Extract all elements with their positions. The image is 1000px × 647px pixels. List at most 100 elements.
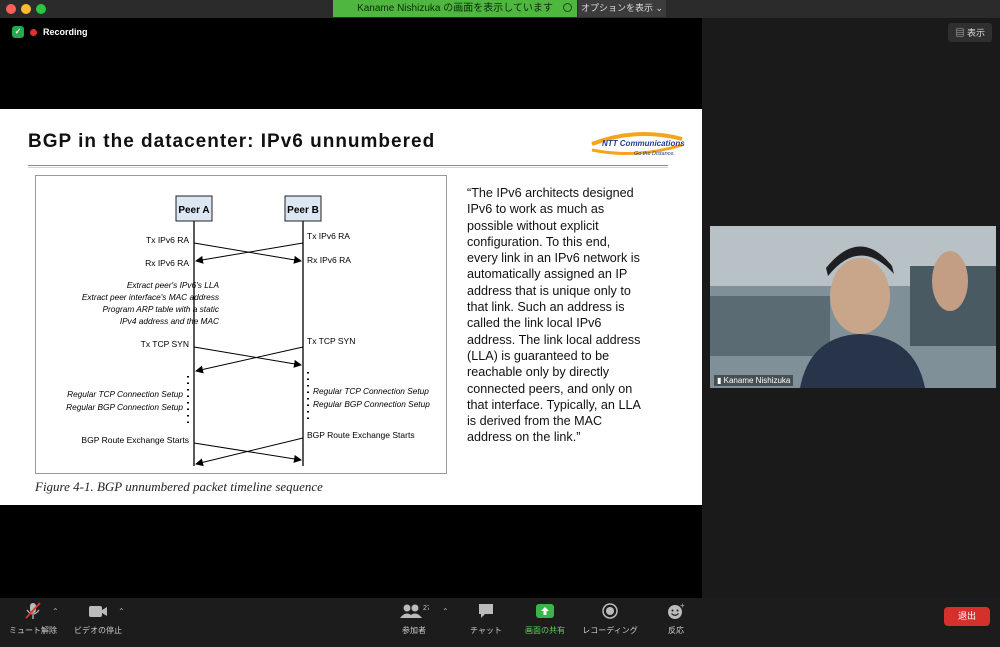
participant-name: Kaname Nishizuka: [723, 376, 791, 385]
route-arrow-b-to-a: [195, 437, 304, 467]
chat-label: チャット: [470, 626, 502, 635]
logo-text: NTT Communications: [602, 139, 685, 148]
right-tx-ra: Tx IPv6 RA: [307, 231, 350, 241]
security-shield-icon[interactable]: ✓: [12, 26, 24, 38]
quote-line: is derived from the MAC: [467, 414, 603, 429]
sequence-diagram: Peer A Peer B Tx IPv6 RA Rx IPv6 RA Tx I…: [35, 175, 447, 474]
extract-line-1: Extract peer's IPv6's LLA: [127, 280, 220, 290]
reactions-label: 反応: [668, 626, 684, 635]
left-tx-ra: Tx IPv6 RA: [146, 235, 189, 245]
meeting-toolbar: ミュート解除 ⌃ ビデオの停止 ⌃ 27 参加者 ⌃ チャット 画面の共有 レコ…: [0, 598, 1000, 647]
recording-indicator: ✓ Recording: [12, 26, 88, 38]
figure-caption: Figure 4-1. BGP unnumbered packet timeli…: [35, 479, 323, 494]
slide-title: BGP in the datacenter: IPv6 unnumbered: [28, 131, 436, 152]
ntt-communications-logo: NTT Communications Go the Distance.: [591, 132, 685, 157]
left-bgp-setup: Regular BGP Connection Setup: [66, 402, 183, 412]
left-rx-ra: Rx IPv6 RA: [145, 258, 189, 268]
participants-options-chevron-icon[interactable]: ⌃: [442, 607, 449, 616]
view-button-label: 表示: [966, 28, 985, 38]
quote-line: reachable only by directly: [467, 365, 610, 380]
view-layout-icon: ▤: [955, 28, 965, 38]
quote-line: called the link local IPv6: [467, 316, 602, 331]
screen-share-banner-text: Kaname Nishizuka の画面を表示しています: [357, 3, 553, 14]
right-rx-ra: Rx IPv6 RA: [307, 255, 351, 265]
participants-label: 参加者: [402, 626, 426, 635]
unmute-label: ミュート解除: [9, 626, 57, 635]
recording-label: Recording: [43, 27, 88, 37]
right-tx-syn: Tx TCP SYN: [307, 336, 355, 346]
signal-bars-icon: ▮: [717, 376, 722, 385]
chat-bubble-icon: [479, 604, 493, 618]
peer-b-label: Peer B: [287, 205, 319, 216]
quote-line: that link. Such an address is: [467, 300, 625, 315]
participants-icon: 27: [400, 604, 429, 618]
quote-line: that interface. Typically, an LLA: [467, 397, 641, 412]
share-screen-icon: [536, 604, 554, 618]
stop-video-label: ビデオの停止: [74, 626, 122, 635]
emoji-reaction-icon: +: [668, 602, 685, 619]
chat-button[interactable]: チャット: [466, 602, 506, 636]
minimize-window-button[interactable]: [21, 4, 31, 14]
extract-line-3: Program ARP table with a static: [102, 304, 219, 314]
quote-line: (LLA) is guaranteed to be: [467, 348, 610, 363]
left-bgp-route: BGP Route Exchange Starts: [81, 435, 189, 445]
quote-text: “The IPv6 architects designed IPv6 to wo…: [467, 185, 687, 446]
recording-button[interactable]: レコーディング: [580, 602, 640, 636]
share-screen-label: 画面の共有: [525, 626, 565, 635]
unmute-button[interactable]: ミュート解除: [8, 602, 58, 636]
left-tx-syn: Tx TCP SYN: [141, 339, 189, 349]
right-tcp-setup: Regular TCP Connection Setup: [313, 386, 429, 396]
quote-line: connected peers, and only on: [467, 381, 633, 396]
stop-share-icon[interactable]: [563, 3, 572, 12]
title-divider-secondary: [28, 167, 668, 168]
view-button[interactable]: ▤ 表示: [948, 23, 992, 42]
quote-line: automatically assigned an IP: [467, 267, 628, 282]
participant-video-frame: [710, 226, 996, 388]
muted-microphone-icon: [25, 602, 41, 619]
recording-dot-icon: [30, 28, 37, 36]
record-icon: [602, 603, 618, 619]
quote-line: IPv6 to work as much as: [467, 202, 605, 217]
svg-text:+: +: [680, 602, 685, 610]
participant-video[interactable]: ▮ Kaname Nishizuka: [710, 226, 996, 388]
view-options-label: オプションを表示: [580, 3, 653, 13]
quote-line: address on the link.”: [467, 430, 581, 445]
logo-tagline: Go the Distance.: [634, 151, 675, 157]
recording-toolbar-label: レコーディング: [582, 626, 638, 635]
participants-button[interactable]: 27 参加者: [396, 602, 432, 636]
quote-line: possible without explicit: [467, 218, 599, 233]
quote-line: “The IPv6 architects designed: [467, 186, 634, 200]
peer-a-label: Peer A: [178, 205, 209, 216]
extract-line-2: Extract peer interface's MAC address: [82, 292, 219, 302]
audio-options-chevron-icon[interactable]: ⌃: [52, 607, 59, 616]
left-tcp-setup: Regular TCP Connection Setup: [67, 389, 183, 399]
stop-video-button[interactable]: ビデオの停止: [72, 602, 124, 636]
window-titlebar: Kaname Nishizuka の画面を表示しています オプションを表示 ⌄: [0, 0, 1000, 18]
participant-name-tag: ▮ Kaname Nishizuka: [714, 375, 794, 386]
maximize-window-button[interactable]: [36, 4, 46, 14]
participants-count: 27: [423, 605, 429, 612]
shared-screen-area: ✓ Recording BGP in the datacenter: IPv6 …: [0, 18, 702, 598]
extract-line-4: IPv4 address and the MAC: [120, 316, 220, 326]
screen-share-banner: Kaname Nishizuka の画面を表示しています: [333, 0, 577, 17]
chevron-down-icon: ⌄: [655, 3, 664, 13]
quote-line: address. The link local address: [467, 332, 641, 347]
sequence-diagram-svg: Peer A Peer B Tx IPv6 RA Rx IPv6 RA Tx I…: [66, 195, 430, 467]
leave-label: 退出: [957, 611, 976, 621]
syn-arrow-a-to-b: [193, 346, 302, 368]
quote-line: configuration. To this end,: [467, 234, 611, 249]
leave-meeting-button[interactable]: 退出: [944, 607, 990, 626]
video-camera-icon: [89, 606, 107, 617]
presentation-slide: BGP in the datacenter: IPv6 unnumbered N…: [0, 109, 702, 505]
right-bgp-setup: Regular BGP Connection Setup: [313, 399, 430, 409]
title-divider: [28, 165, 668, 166]
reactions-button[interactable]: + 反応: [660, 602, 692, 636]
share-screen-button[interactable]: 画面の共有: [522, 602, 568, 636]
quote-line: every link in an IPv6 network is: [467, 251, 640, 266]
close-window-button[interactable]: [6, 4, 16, 14]
quote-line: address that is unique only to: [467, 283, 631, 298]
video-options-chevron-icon[interactable]: ⌃: [118, 607, 125, 616]
view-options-button[interactable]: オプションを表示 ⌄: [578, 0, 666, 17]
right-bgp-route: BGP Route Exchange Starts: [307, 430, 415, 440]
syn-arrow-b-to-a: [195, 346, 304, 374]
